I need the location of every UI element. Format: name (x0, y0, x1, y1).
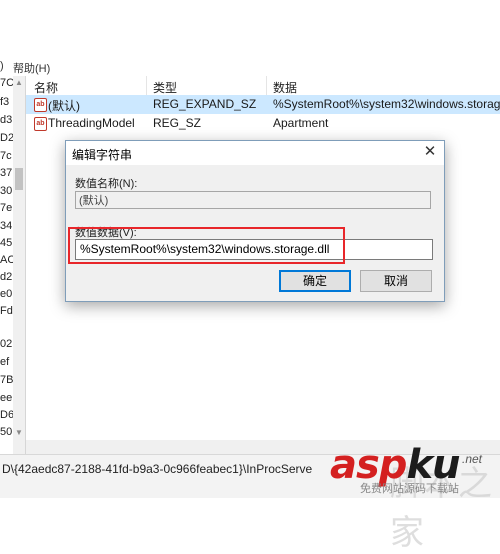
value-name-field: (默认) (75, 191, 431, 209)
tree-item[interactable]: 30 (0, 185, 12, 197)
watermark-net: .net (462, 452, 483, 466)
tree-item[interactable]: 7c (0, 150, 12, 162)
tree-vertical-scrollbar[interactable] (13, 76, 26, 454)
tree-item[interactable]: 7C (0, 77, 13, 89)
column-data[interactable]: 数据 (273, 79, 297, 96)
cancel-button[interactable]: 取消 (360, 270, 432, 292)
row-type: REG_SZ (153, 116, 202, 130)
scroll-down-arrow-icon[interactable]: ▼ (14, 428, 24, 438)
window-top-area (0, 0, 500, 60)
column-divider[interactable] (266, 76, 267, 95)
tree-item[interactable]: ee (0, 392, 12, 404)
dialog-title: 编辑字符串 (72, 148, 133, 162)
menu-bar: ) 帮助(H) (0, 60, 500, 76)
watermark-subtitle: 免费网站源码下载站 (360, 483, 459, 495)
menu-help[interactable]: 帮助(H) (13, 60, 50, 76)
table-row[interactable]: ab ThreadingModel REG_SZ Apartment (26, 114, 500, 133)
status-path: D\{42aedc87-2188-41fd-b9a3-0c966feabec1}… (2, 462, 313, 476)
tree-item[interactable]: e0 (0, 288, 12, 300)
tree-item[interactable]: D6 (0, 409, 13, 421)
ab-string-icon: ab (34, 98, 47, 112)
column-divider[interactable] (146, 76, 147, 95)
table-row[interactable]: ab (默认) REG_EXPAND_SZ %SystemRoot%\syste… (26, 95, 500, 114)
column-name[interactable]: 名称 (34, 79, 58, 96)
row-type: REG_EXPAND_SZ (153, 97, 257, 111)
tree-item[interactable]: 37 (0, 167, 12, 179)
highlight-box (68, 227, 345, 264)
value-name-label: 数值名称(N): (75, 178, 138, 190)
row-data: %SystemRoot%\system32\windows.storage (273, 97, 500, 111)
menu-fragment: ) (0, 60, 4, 72)
tree-item[interactable]: 7e (0, 202, 12, 214)
column-type[interactable]: 类型 (153, 79, 177, 96)
row-data: Apartment (273, 116, 329, 130)
row-name: (默认) (48, 99, 80, 113)
scroll-up-arrow-icon[interactable]: ▲ (14, 78, 24, 88)
tree-item[interactable]: d2 (0, 271, 12, 283)
tree-item[interactable]: d3 (0, 114, 12, 126)
tree-item[interactable]: Fd (0, 305, 13, 317)
tree-item[interactable]: 7B (0, 374, 13, 386)
tree-item[interactable]: 02 (0, 338, 12, 350)
tree-item[interactable]: 50 (0, 426, 12, 438)
tree-item[interactable]: D2 (0, 132, 13, 144)
ab-string-icon: ab (34, 117, 47, 131)
row-name: ThreadingModel (48, 116, 135, 130)
registry-tree[interactable]: 7C f3 d3 D2 7c 37 30 7e 34 45 AC d2 e0 F… (0, 76, 14, 454)
tree-scroll-thumb[interactable] (15, 168, 23, 190)
tree-item[interactable]: ef (0, 356, 9, 368)
close-icon[interactable]: ✕ (422, 144, 438, 160)
list-column-header: 名称 类型 数据 (26, 76, 500, 96)
ok-button[interactable]: 确定 (279, 270, 351, 292)
tree-item[interactable]: 45 (0, 237, 12, 249)
tree-item[interactable]: f3 (0, 96, 9, 108)
tree-item[interactable]: AC (0, 254, 13, 266)
tree-item[interactable]: 34 (0, 220, 12, 232)
